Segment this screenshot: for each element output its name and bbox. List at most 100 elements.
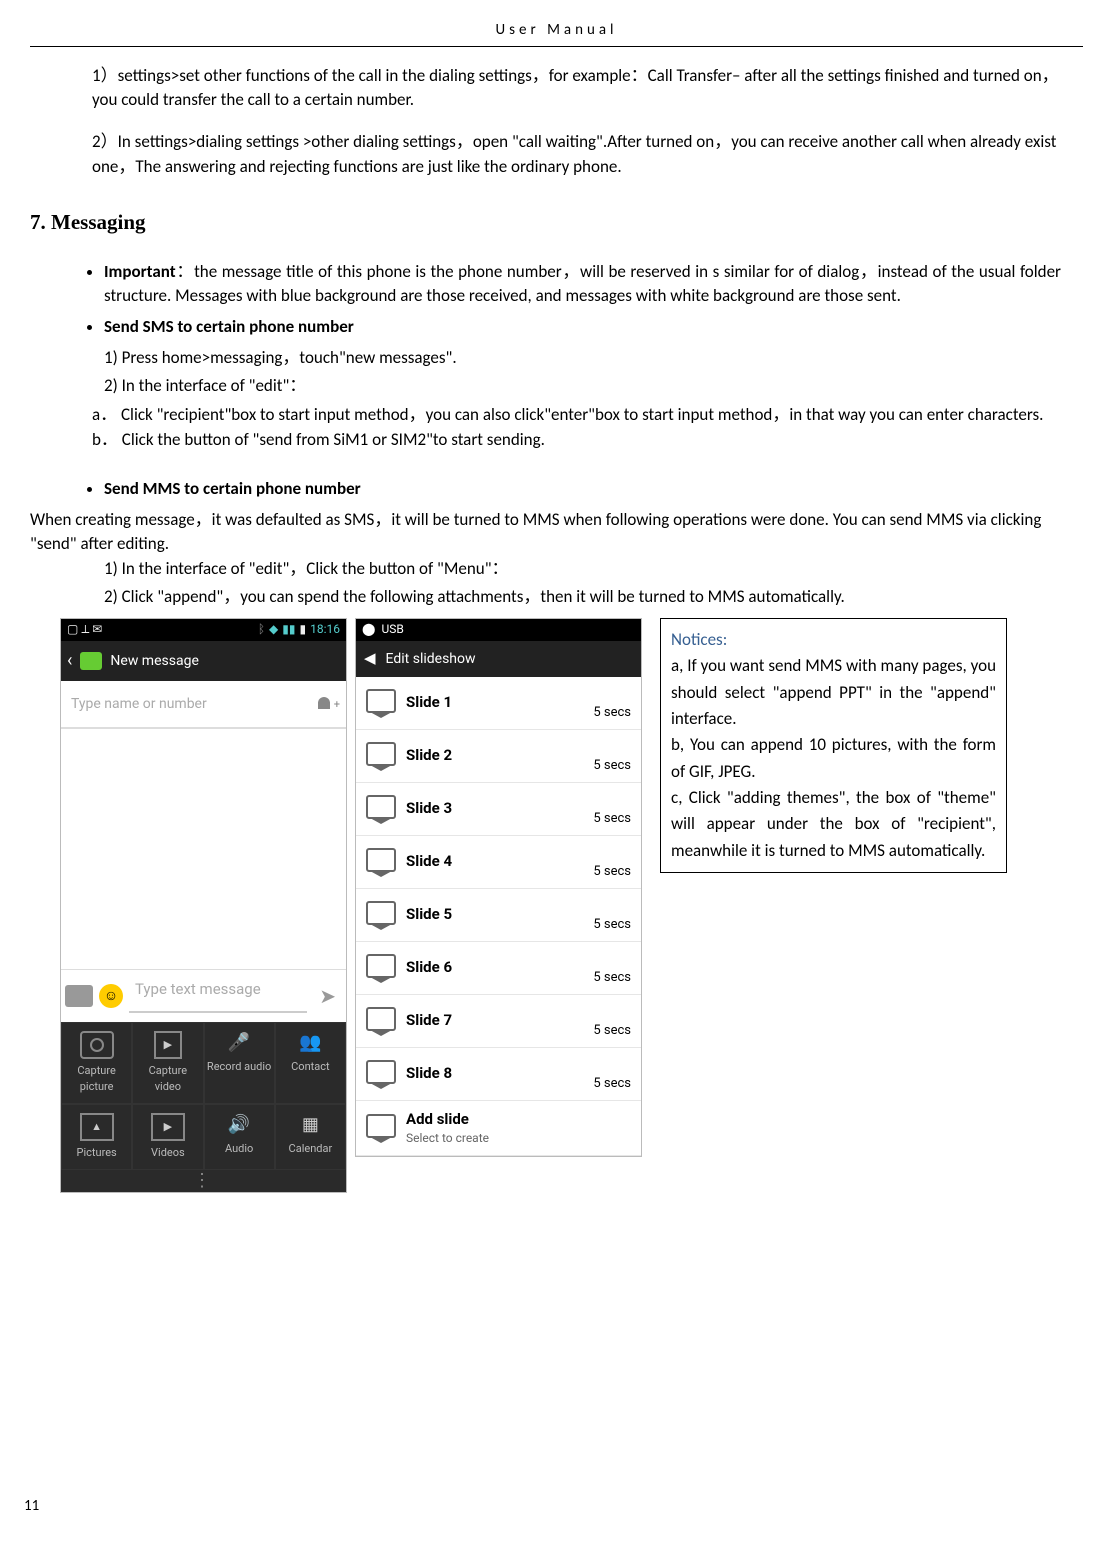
important-label: Important (104, 261, 176, 282)
back-icon[interactable]: ◀ (364, 648, 376, 670)
calendar-icon: ▦ (295, 1113, 325, 1137)
video-icon: ▶ (154, 1031, 182, 1059)
screenshot-edit-slideshow: ⬤ USB ◀ Edit slideshow Slide 1 5 secs Sli… (355, 618, 642, 1157)
app-title: New message (110, 651, 198, 671)
recipient-placeholder: Type name or number (71, 694, 207, 714)
sms-step-a: a． Click "recipient"box to start input m… (92, 403, 1065, 428)
camera-icon (80, 1031, 114, 1059)
slide-label: Slide 2 (406, 745, 583, 767)
attach-videos[interactable]: ▶Videos (132, 1104, 203, 1170)
attach-record-audio[interactable]: 🎤Record audio (204, 1022, 275, 1104)
status-left-icons: ▢ ⟂ ✉ (67, 621, 102, 638)
important-text: ：the message title of this phone is the … (104, 261, 1061, 307)
page-number: 11 (24, 1496, 39, 1518)
slide-label: Slide 6 (406, 957, 583, 979)
paragraph-2: 2）In settings>dialing settings >other di… (92, 130, 1063, 179)
page-header: User Manual (30, 20, 1083, 47)
slide-duration: 5 secs (593, 704, 631, 723)
slide-label: Slide 4 (406, 851, 583, 873)
contact-icon: 👥 (295, 1031, 325, 1055)
bullet-send-mms: Send MMS to certain phone number (104, 477, 1061, 502)
sms-step-b: b． Click the button of "send from SiM1 o… (92, 428, 1065, 453)
attach-calendar[interactable]: ▦ Calendar (275, 1104, 346, 1170)
add-slide-label: Add slide (406, 1109, 489, 1131)
attach-label: Pictures (77, 1146, 117, 1159)
pictures-icon: ▲ (80, 1113, 114, 1141)
nav-more-icon[interactable]: ⋮ (61, 1170, 346, 1192)
section-7-heading: 7. Messaging (30, 207, 1083, 237)
attach-label: Capture video (149, 1064, 187, 1093)
slide-label: Slide 5 (406, 904, 583, 926)
usb-icon: ⬤ (362, 621, 375, 638)
add-contact-icon[interactable] (318, 697, 336, 711)
bluetooth-icon: ᛒ (258, 621, 265, 638)
back-icon[interactable]: ‹ (67, 648, 72, 674)
text-input[interactable]: Type text message (129, 979, 307, 1013)
status-bar: ▢ ⟂ ✉ ᛒ ◆ ▮▮ ▮ 18:16 (61, 619, 346, 641)
recipient-input-row[interactable]: Type name or number (61, 681, 346, 729)
slide-icon (366, 689, 396, 713)
slide-row[interactable]: Slide 75 secs (356, 995, 641, 1048)
emoji-picker-icon[interactable] (65, 985, 93, 1007)
attach-capture-picture[interactable]: Capture picture (61, 1022, 132, 1104)
bullet-important: Important：the message title of this phon… (104, 260, 1061, 309)
send-sms-label: Send SMS to certain phone number (104, 316, 354, 337)
slide-icon (366, 848, 396, 872)
slide-duration: 5 secs (593, 969, 631, 988)
usb-status-bar: ⬤ USB (356, 619, 641, 641)
slide-icon (366, 954, 396, 978)
slide-duration: 5 secs (593, 863, 631, 882)
smiley-icon[interactable]: ☺ (99, 984, 123, 1008)
attach-capture-video[interactable]: ▶ Capture video (132, 1022, 203, 1104)
compose-row: ☺ Type text message ➤ (61, 969, 346, 1022)
slide-icon (366, 1007, 396, 1031)
slide-icon (366, 901, 396, 925)
signal-icon: ▮▮ (282, 621, 295, 638)
slide-row[interactable]: Slide 8 5 secs (356, 1048, 641, 1101)
notices-b: b, You can append 10 pictures, with the … (671, 732, 996, 785)
slide-row[interactable]: Slide 2 5 secs (356, 730, 641, 783)
slide-row[interactable]: Slide 5 5 secs (356, 889, 641, 942)
add-slide-row[interactable]: Add slide Select to create (356, 1101, 641, 1156)
battery-icon: ▮ (300, 621, 307, 638)
attach-label: Videos (151, 1146, 185, 1159)
send-icon[interactable]: ➤ (313, 982, 342, 1011)
slide-row[interactable]: Slide 1 5 secs (356, 677, 641, 730)
paragraph-1: 1）settings>set other functions of the ca… (92, 64, 1063, 113)
slide-label: Slide 3 (406, 798, 583, 820)
attach-audio[interactable]: 🔊Audio (204, 1104, 275, 1170)
slide-duration: 5 secs (593, 1022, 631, 1041)
status-time: 18:16 (310, 621, 340, 638)
notices-a: a, If you want send MMS with many pages,… (671, 653, 996, 732)
slide-duration: 5 secs (593, 757, 631, 776)
slide-icon (366, 1060, 396, 1084)
attach-pictures[interactable]: ▲ Pictures (61, 1104, 132, 1170)
slide-list: Slide 15 secs Slide 25 secs Slide 35 sec… (356, 677, 641, 1156)
attach-contact[interactable]: 👥 Contact (275, 1022, 346, 1104)
slide-duration: 5 secs (593, 916, 631, 935)
notices-c: c, Click "adding themes", the box of "th… (671, 785, 996, 864)
slide-icon (366, 1114, 396, 1138)
slide-row[interactable]: Slide 4 5 secs (356, 836, 641, 889)
notices-title: Notices: (671, 627, 996, 653)
sms-step-2: 2) In the interface of "edit"： (104, 374, 1083, 399)
wifi-icon: ◆ (269, 621, 278, 638)
mms-step-1: 1) In the interface of "edit"，Click the … (104, 557, 1083, 582)
notices-box: Notices: a, If you want send MMS with ma… (660, 618, 1007, 873)
edit-title: Edit slideshow (386, 649, 476, 669)
slide-label: Slide 8 (406, 1063, 583, 1085)
slide-icon (366, 795, 396, 819)
attachment-grid: Capture picture ▶ Capture video 🎤Record a… (61, 1022, 346, 1170)
mms-step-2: 2) Click "append"，you can spend the foll… (104, 585, 1083, 610)
edit-app-bar: ◀ Edit slideshow (356, 641, 641, 677)
slide-label: Slide 1 (406, 692, 583, 714)
slide-row[interactable]: Slide 6 5 secs (356, 942, 641, 995)
slide-duration: 5 secs (593, 1075, 631, 1094)
attach-label: Contact (291, 1060, 329, 1073)
app-bar: ‹ New message (61, 641, 346, 681)
mic-icon: 🎤 (224, 1031, 254, 1055)
slide-row[interactable]: Slide 35 secs (356, 783, 641, 836)
add-slide-sub: Select to create (406, 1130, 489, 1147)
attach-label: Calendar (289, 1142, 333, 1155)
bullet-send-sms: Send SMS to certain phone number (104, 315, 1061, 340)
